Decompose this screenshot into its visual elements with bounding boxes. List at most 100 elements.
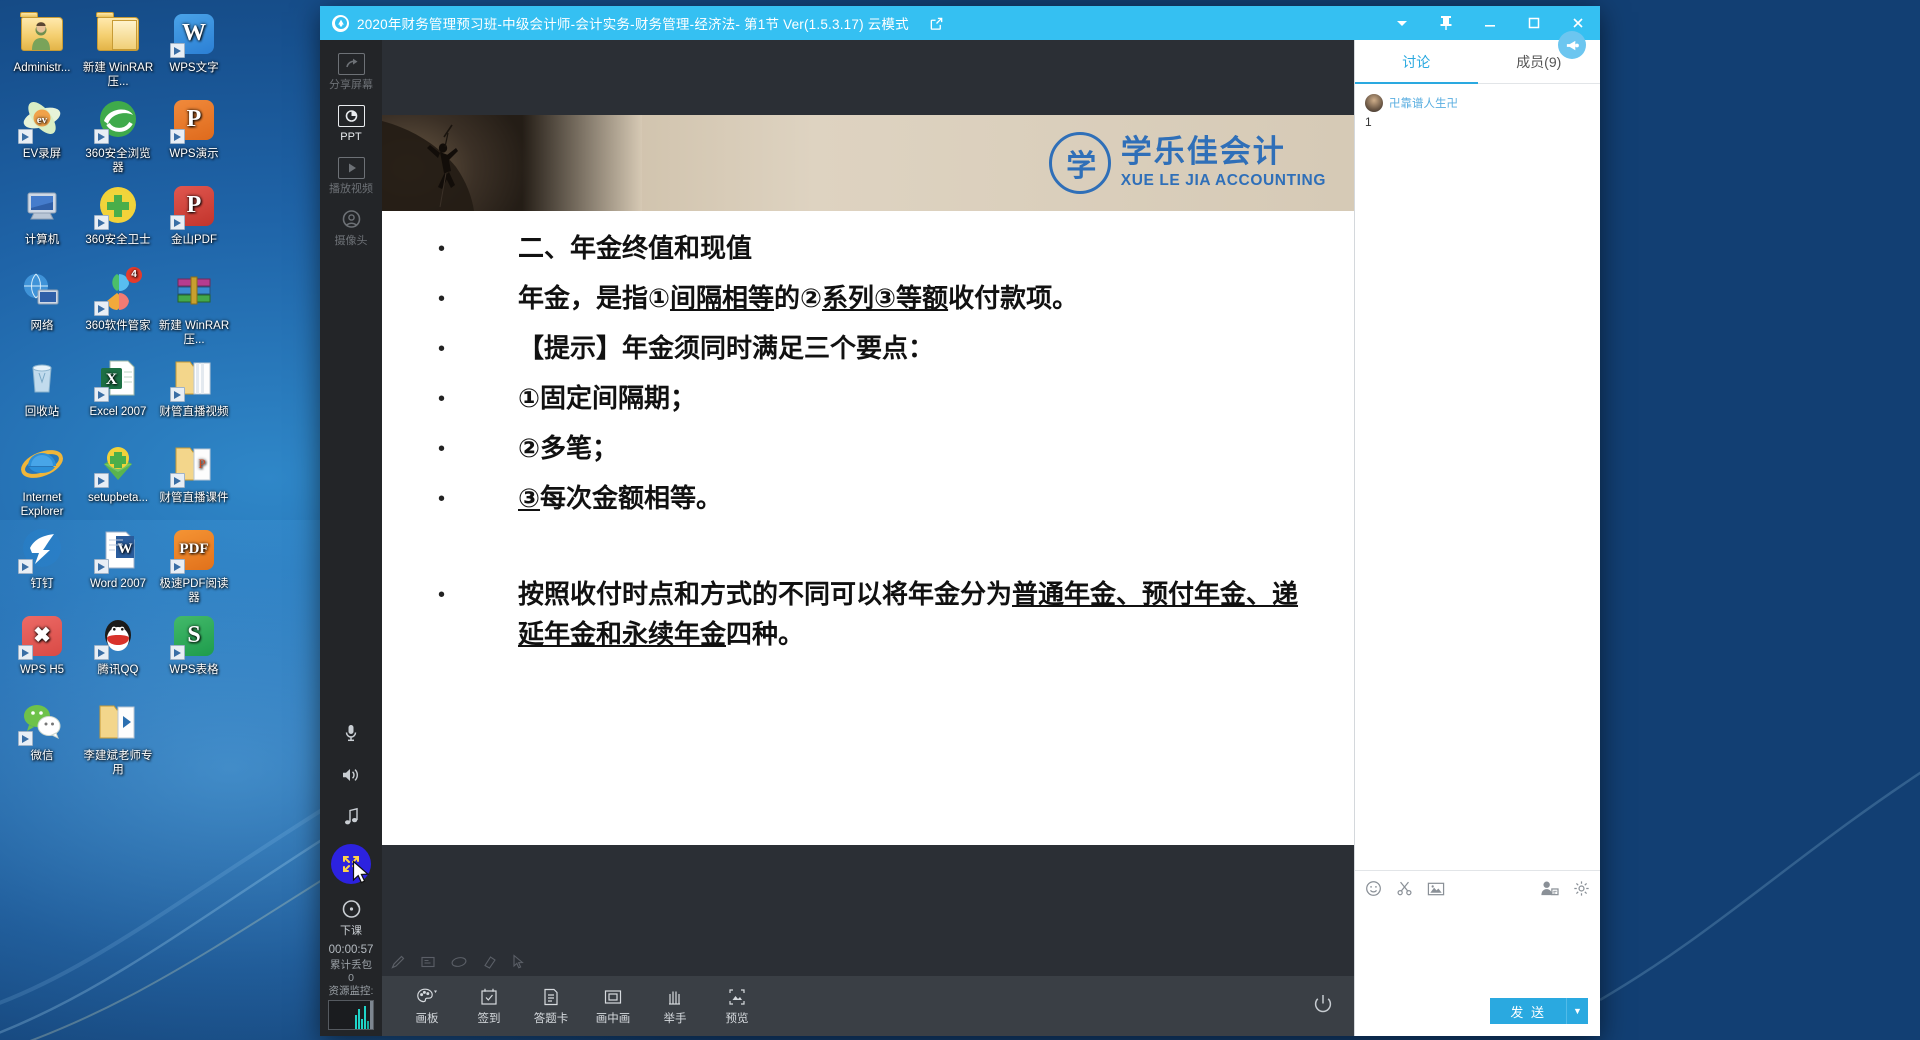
desktop-icon[interactable]: 钉钉 bbox=[4, 526, 80, 592]
chat-panel: 讨论 成员(9) 卍靠谱人生卍 1 发 送 ▼ bbox=[1354, 31, 1600, 1036]
presentation-stage: 学 学乐佳会计 XUE LE JIA ACCOUNTING • 二、年金终值和现值… bbox=[382, 40, 1354, 1036]
shape-ellipse-icon[interactable] bbox=[450, 954, 468, 970]
textbox-icon[interactable] bbox=[420, 954, 436, 970]
climber-silhouette bbox=[382, 121, 474, 211]
desktop-icon[interactable]: 微信 bbox=[4, 698, 80, 764]
desktop-icon[interactable]: 4 360软件管家 bbox=[80, 267, 156, 334]
gear-icon[interactable] bbox=[1573, 880, 1590, 897]
slide-line-text: 【提示】年金须同时满足三个要点： bbox=[518, 334, 935, 364]
desktop-icon[interactable]: setupbeta... bbox=[80, 440, 156, 506]
slide-line-text: 二、年金终值和现值 bbox=[518, 234, 753, 264]
pointer-icon[interactable] bbox=[512, 954, 526, 970]
rail-item-share-screen[interactable]: 分享屏幕 bbox=[320, 46, 382, 98]
desktop-icon-label: 钉钉 bbox=[30, 578, 54, 590]
desktop-icon[interactable]: 网络 bbox=[4, 268, 80, 334]
power-icon[interactable] bbox=[1312, 993, 1340, 1020]
send-options-caret-icon[interactable]: ▼ bbox=[1566, 998, 1588, 1024]
open-external-icon[interactable] bbox=[929, 16, 944, 31]
bottom-item-drawing-board[interactable]: 画板 bbox=[396, 987, 458, 1026]
chat-input[interactable] bbox=[1355, 906, 1600, 986]
chat-message: 卍靠谱人生卍 1 bbox=[1365, 94, 1590, 129]
rail-item-play-video[interactable]: 播放视频 bbox=[320, 150, 382, 202]
slide-banner: 学 学乐佳会计 XUE LE JIA ACCOUNTING bbox=[382, 115, 1354, 211]
desktop-icon[interactable]: 李建斌老师专用 bbox=[80, 698, 156, 777]
packet-loss-label: 累计丢包 bbox=[330, 959, 372, 971]
desktop-icon[interactable]: PDF 极速PDF阅读器 bbox=[156, 526, 232, 605]
desktop-icon[interactable]: 腾讯QQ bbox=[80, 612, 156, 678]
excel-icon: X bbox=[94, 354, 142, 402]
speaker-icon[interactable] bbox=[320, 757, 382, 798]
chat-input-area[interactable] bbox=[1355, 906, 1600, 986]
desktop-icon-label: 极速PDF阅读器 bbox=[159, 578, 229, 604]
desktop-icon[interactable]: W Word 2007 bbox=[80, 526, 156, 592]
desktop-icon[interactable]: W WPS文字 bbox=[156, 10, 232, 76]
bottom-item-preview[interactable]: 预览 bbox=[706, 987, 768, 1026]
emoji-icon[interactable] bbox=[1365, 880, 1382, 897]
rail-item-camera[interactable]: 摄像头 bbox=[320, 202, 382, 254]
desktop-icon[interactable]: 财管直播视频 bbox=[156, 354, 232, 420]
desktop-icon[interactable]: ev EV录屏 bbox=[4, 96, 80, 162]
desktop-icon-label: 新建 WinRAR 压... bbox=[82, 62, 154, 88]
desktop-icon[interactable]: S WPS表格 bbox=[156, 612, 232, 678]
rail-item-end-class[interactable]: 下课 bbox=[320, 890, 382, 944]
folder-open-icon bbox=[170, 354, 218, 402]
image-icon[interactable] bbox=[1427, 881, 1445, 897]
desktop-icon[interactable]: 360安全卫士 bbox=[80, 182, 156, 248]
desktop-icon[interactable]: 新建 WinRAR 压... bbox=[80, 10, 156, 89]
desktop-icon[interactable]: P 财管直播课件 bbox=[156, 440, 232, 506]
music-note-icon[interactable] bbox=[320, 798, 382, 840]
bullet-point-icon: • bbox=[438, 584, 446, 606]
desktop-icon-label: EV录屏 bbox=[22, 148, 62, 160]
play-video-icon bbox=[337, 157, 365, 179]
slide-line-text: 按照收付时点和方式的不同可以将年金分为普通年金、预付年金、递延年金和永续年金四种… bbox=[518, 580, 1299, 650]
wallpaper-swoosh-right bbox=[1600, 771, 1920, 1002]
palette-icon bbox=[417, 988, 437, 1002]
desktop-icon-label: 回收站 bbox=[24, 406, 60, 418]
eraser-icon[interactable] bbox=[482, 954, 498, 970]
maximize-icon[interactable] bbox=[1512, 6, 1556, 40]
desktop-icon-label: Word 2007 bbox=[89, 578, 147, 590]
titlebar-left: 2020年财务管理预习班-中级会计师-会计实务-财务管理-经济法- 第1节 Ve… bbox=[320, 13, 944, 33]
desktop-icon[interactable]: P 金山PDF bbox=[156, 182, 232, 248]
ppt-slide[interactable]: 学 学乐佳会计 XUE LE JIA ACCOUNTING • 二、年金终值和现值… bbox=[382, 115, 1354, 845]
desktop-icon[interactable]: ✖ WPS H5 bbox=[4, 612, 80, 678]
desktop-icon[interactable]: 回收站 bbox=[4, 354, 80, 420]
desktop-icon[interactable]: X Excel 2007 bbox=[80, 354, 156, 420]
desktop-icon[interactable]: 新建 WinRAR 压... bbox=[156, 268, 232, 347]
desktop-icon[interactable]: Administr... bbox=[4, 10, 80, 76]
minimize-icon[interactable] bbox=[1468, 6, 1512, 40]
bottom-item-checkin[interactable]: 签到 bbox=[458, 987, 520, 1026]
rail-label: 下课 bbox=[340, 925, 362, 937]
microphone-icon[interactable] bbox=[320, 714, 382, 757]
pen-icon[interactable] bbox=[390, 954, 406, 970]
scissors-screenshot-icon[interactable] bbox=[1396, 880, 1413, 897]
desktop-icon-label: Internet Explorer bbox=[20, 492, 64, 518]
bottom-item-answer-card[interactable]: 答题卡 bbox=[520, 987, 582, 1026]
bottom-item-label: 答题卡 bbox=[533, 1012, 569, 1025]
send-button[interactable]: 发 送 bbox=[1490, 998, 1566, 1024]
bullet-point-icon: • bbox=[438, 238, 446, 260]
bottom-toolbar: 画板 签到 答题卡 画中画 举手 预览 bbox=[382, 976, 1354, 1036]
megaphone-icon[interactable] bbox=[1558, 31, 1586, 59]
contact-card-icon[interactable] bbox=[1540, 880, 1559, 897]
pin-icon[interactable] bbox=[1424, 6, 1468, 40]
desktop-icon-label: Administr... bbox=[13, 62, 71, 74]
preview-icon bbox=[729, 988, 745, 1005]
desktop-icon[interactable]: 360安全浏览器 bbox=[80, 96, 156, 175]
fullscreen-expand-icon[interactable] bbox=[331, 844, 371, 884]
chat-message-list[interactable]: 卍靠谱人生卍 1 bbox=[1355, 84, 1600, 870]
bottom-item-pip[interactable]: 画中画 bbox=[582, 987, 644, 1026]
wechat-icon bbox=[18, 698, 66, 746]
desktop-icon[interactable]: 计算机 bbox=[4, 182, 80, 248]
left-tool-rail: 分享屏幕 PPT 播放视频 摄像头 下课 00:00:57 累计丢包 0 资源监… bbox=[320, 40, 382, 1036]
rail-item-ppt[interactable]: PPT bbox=[320, 98, 382, 150]
tab-discussion[interactable]: 讨论 bbox=[1355, 40, 1478, 84]
chevron-down-icon[interactable] bbox=[1380, 6, 1424, 40]
desktop-icon[interactable]: P WPS演示 bbox=[156, 96, 232, 162]
wps-h5-icon: ✖ bbox=[18, 612, 66, 660]
brand-logo: 学 学乐佳会计 XUE LE JIA ACCOUNTING bbox=[1048, 132, 1326, 194]
desktop-icon-label: WPS文字 bbox=[169, 62, 219, 74]
desktop-icon[interactable]: Internet Explorer bbox=[4, 440, 80, 519]
bottom-item-raise-hand[interactable]: 举手 bbox=[644, 987, 706, 1026]
bullet-point-icon: • bbox=[438, 488, 446, 510]
